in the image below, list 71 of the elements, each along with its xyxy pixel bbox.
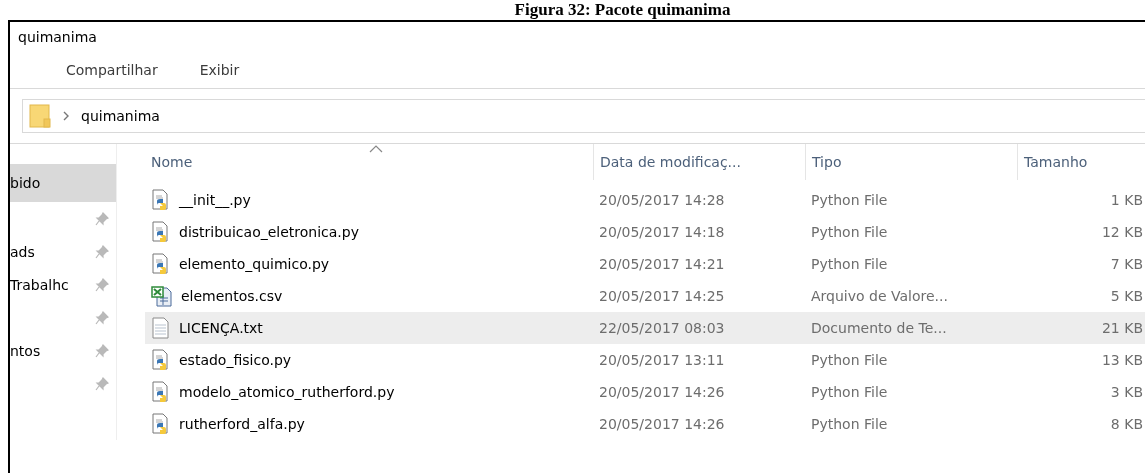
file-row[interactable]: elemento_quimico.py 20/05/2017 14:21 Python File 7 KB xyxy=(145,248,1145,280)
figure-caption: Figura 32: Pacote quimanima xyxy=(513,0,732,20)
table-cell-text: 3 KB xyxy=(1109,384,1144,400)
pin-icon xyxy=(94,309,110,326)
spreadsheet-file-icon xyxy=(151,285,173,307)
table-cell-text: 8 KB xyxy=(1109,416,1144,432)
file-name[interactable]: elementos.csv xyxy=(181,288,283,304)
table-cell-text: 5 KB xyxy=(1109,288,1144,304)
sidebar-item[interactable]: bido xyxy=(10,164,116,202)
table-cell-text: 20/05/2017 14:28 xyxy=(598,192,726,208)
column-header[interactable]: Data de modificaç... xyxy=(593,144,805,180)
address-bar[interactable]: quimanima xyxy=(22,99,1145,133)
window-title: quimanima xyxy=(18,29,97,45)
file-row[interactable]: modelo_atomico_rutherford.py 20/05/2017 14:26 Python File 3 KB xyxy=(145,376,1145,408)
file-row[interactable]: rutherford_alfa.py 20/05/2017 14:26 Python File 8 KB xyxy=(145,408,1145,440)
ribbon-tab[interactable]: Exibir xyxy=(193,58,246,82)
table-cell-text: Arquivo de Valore... xyxy=(810,288,949,304)
folder-icon xyxy=(29,104,51,128)
file-name[interactable]: rutherford_alfa.py xyxy=(179,416,305,432)
file-row[interactable]: estado_fisico.py 20/05/2017 13:11 Python File 13 KB xyxy=(145,344,1145,376)
python-file-icon xyxy=(151,413,171,435)
pin-icon xyxy=(94,243,110,260)
table-cell-text: Python File xyxy=(810,224,889,240)
table-cell-text: Documento de Te... xyxy=(810,320,948,336)
column-header[interactable]: Tipo xyxy=(805,144,1017,180)
file-name[interactable]: distribuicao_eletronica.py xyxy=(179,224,359,240)
column-header[interactable]: Nome xyxy=(145,144,593,180)
file-name[interactable]: __init__.py xyxy=(179,192,251,208)
sidebar-item[interactable]: ntos xyxy=(10,334,116,367)
pin-icon xyxy=(94,276,110,293)
python-file-icon xyxy=(151,349,171,371)
table-cell-text: 20/05/2017 13:11 xyxy=(598,352,726,368)
file-name[interactable]: estado_fisico.py xyxy=(179,352,292,368)
chevron-right-icon xyxy=(61,110,71,122)
table-cell-text: 20/05/2017 14:18 xyxy=(598,224,726,240)
table-cell-text: 20/05/2017 14:21 xyxy=(598,256,726,272)
table-cell-text: Python File xyxy=(810,256,889,272)
python-file-icon xyxy=(151,253,171,275)
table-cell-text: 21 KB xyxy=(1100,320,1144,336)
pin-icon xyxy=(94,375,110,392)
file-row[interactable]: elementos.csv 20/05/2017 14:25 Arquivo de Valore... 5 KB xyxy=(145,280,1145,312)
table-cell-text: 20/05/2017 14:26 xyxy=(598,384,726,400)
table-cell-text: 22/05/2017 08:03 xyxy=(598,320,726,336)
sort-ascending-icon xyxy=(369,145,383,153)
table-cell-text: 13 KB xyxy=(1100,352,1144,368)
table-cell-text: 1 KB xyxy=(1109,192,1144,208)
file-name[interactable]: LICENÇA.txt xyxy=(179,320,263,336)
table-cell-text: 12 KB xyxy=(1100,224,1144,240)
pin-icon xyxy=(94,210,110,227)
python-file-icon xyxy=(151,381,171,403)
file-name[interactable]: elemento_quimico.py xyxy=(179,256,330,272)
table-cell-text: 20/05/2017 14:26 xyxy=(598,416,726,432)
file-name[interactable]: modelo_atomico_rutherford.py xyxy=(179,384,395,400)
python-file-icon xyxy=(151,189,171,211)
breadcrumb[interactable]: quimanima xyxy=(81,108,160,124)
table-cell-text: Python File xyxy=(810,192,889,208)
file-row[interactable]: LICENÇA.txt 22/05/2017 08:03 Documento de Te... 21 KB xyxy=(145,312,1145,344)
sidebar-item[interactable]: ads xyxy=(10,235,116,268)
file-row[interactable]: __init__.py 20/05/2017 14:28 Python File 1 KB xyxy=(145,184,1145,216)
table-cell-text: 7 KB xyxy=(1109,256,1144,272)
file-row[interactable]: distribuicao_eletronica.py 20/05/2017 14:18 Python File 12 KB xyxy=(145,216,1145,248)
table-cell-text: 20/05/2017 14:25 xyxy=(598,288,726,304)
table-cell-text: Python File xyxy=(810,384,889,400)
sidebar-item[interactable]: Trabalhc xyxy=(10,268,116,301)
table-cell-text: Python File xyxy=(810,416,889,432)
python-file-icon xyxy=(151,221,171,243)
ribbon-tab[interactable]: Compartilhar xyxy=(60,58,164,82)
pin-icon xyxy=(94,342,110,359)
column-header[interactable]: Tamanho xyxy=(1017,144,1145,180)
text-file-icon xyxy=(151,317,171,339)
table-cell-text: Python File xyxy=(810,352,889,368)
